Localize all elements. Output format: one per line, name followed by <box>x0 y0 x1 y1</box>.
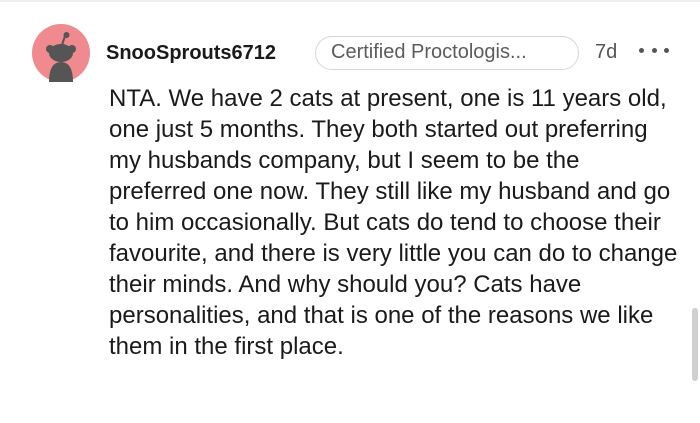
comment-header: SnooSprouts6712 Certified Proctologis...… <box>106 34 686 74</box>
snoo-avatar-icon <box>32 24 90 82</box>
avatar[interactable] <box>32 24 90 82</box>
divider <box>0 0 700 2</box>
more-options-button[interactable] <box>639 38 669 62</box>
user-flair: Certified Proctologis... <box>315 36 579 70</box>
comment-card: SnooSprouts6712 Certified Proctologis...… <box>0 0 700 423</box>
comment-body: NTA. We have 2 cats at present, one is 1… <box>109 85 678 360</box>
username-link[interactable]: SnooSprouts6712 <box>106 42 276 65</box>
more-horizontal-icon <box>639 47 644 53</box>
scrollbar[interactable] <box>692 308 698 381</box>
timestamp[interactable]: 7d <box>595 41 617 64</box>
